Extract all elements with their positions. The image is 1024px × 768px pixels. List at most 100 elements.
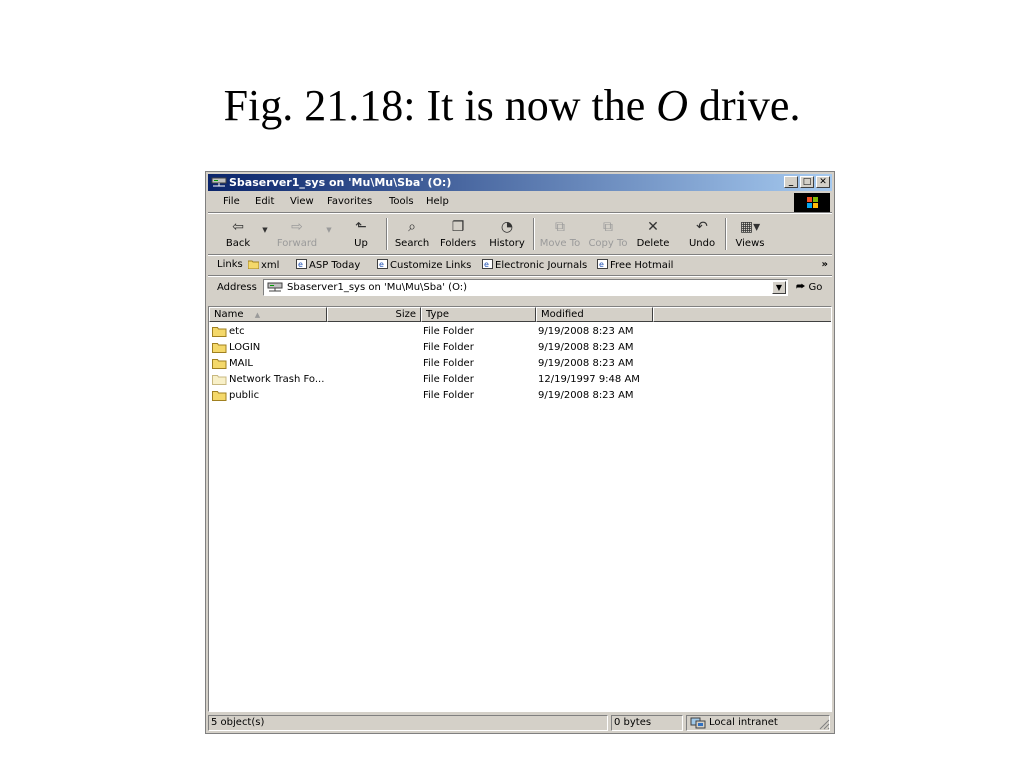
- link-customize-links[interactable]: e Customize Links: [377, 259, 471, 271]
- link-asp-today-label: ASP Today: [309, 260, 361, 271]
- folder-icon: [212, 343, 227, 353]
- history-label: History: [489, 238, 525, 249]
- ie-page-icon: e: [482, 259, 493, 269]
- forward-dropdown[interactable]: ▼: [324, 214, 334, 254]
- file-modified: 9/19/2008 8:23 AM: [538, 390, 634, 401]
- status-size: 0 bytes: [611, 715, 683, 731]
- file-type: File Folder: [423, 326, 474, 337]
- address-dropdown-button[interactable]: ▼: [772, 281, 786, 294]
- file-type: File Folder: [423, 342, 474, 353]
- folder-icon: [212, 359, 227, 369]
- file-name: MAIL: [229, 358, 253, 369]
- menu-help[interactable]: Help: [426, 196, 449, 207]
- toolbar-separator: [533, 218, 535, 250]
- chevron-down-icon: ▼: [326, 226, 332, 234]
- column-header-name[interactable]: Name ▲: [209, 307, 327, 322]
- go-arrow-icon: ⮫: [796, 282, 809, 293]
- forward-button[interactable]: ⇨ Forward: [272, 214, 322, 254]
- file-type: File Folder: [423, 358, 474, 369]
- folders-label: Folders: [439, 238, 477, 249]
- address-bar: Address Sbaserver1_sys on 'Mu\Mu\Sba' (O…: [208, 277, 832, 299]
- link-electronic-journals[interactable]: e Electronic Journals: [482, 259, 587, 271]
- status-zone-label: Local intranet: [709, 717, 778, 728]
- minimize-button[interactable]: _: [784, 176, 798, 188]
- close-button[interactable]: ✕: [816, 176, 830, 188]
- standard-toolbar: ⇦ Back ▼ ⇨ Forward ▼ ⬑ Up ⌕ Search ❐ Fol…: [208, 214, 832, 254]
- column-header-modified[interactable]: Modified: [536, 307, 653, 322]
- link-xml-label: xml: [261, 260, 280, 271]
- link-free-hotmail[interactable]: e Free Hotmail: [597, 259, 673, 271]
- column-header-type[interactable]: Type: [421, 307, 536, 322]
- table-row[interactable]: MAIL File Folder 9/19/2008 8:23 AM: [209, 356, 831, 372]
- copy-to-button[interactable]: ⧉ Copy To: [585, 214, 631, 254]
- table-row[interactable]: Network Trash Fo... File Folder 12/19/19…: [209, 372, 831, 388]
- views-grid-icon: ▦▾: [739, 219, 761, 235]
- file-type: File Folder: [423, 374, 474, 385]
- up-button[interactable]: ⬑ Up: [343, 214, 379, 254]
- forward-arrow-icon: ⇨: [291, 219, 303, 235]
- menu-edit[interactable]: Edit: [255, 196, 274, 207]
- toolbar-separator: [725, 218, 727, 250]
- link-customize-links-label: Customize Links: [390, 260, 472, 271]
- slide-title-suffix: drive.: [688, 81, 801, 130]
- file-name: public: [229, 390, 260, 401]
- go-button[interactable]: ⮫ Go: [796, 282, 822, 293]
- links-more-chevron[interactable]: »: [822, 259, 828, 270]
- up-label: Up: [354, 238, 368, 249]
- menu-view[interactable]: View: [290, 196, 314, 207]
- ie-page-icon: e: [296, 259, 307, 269]
- table-row[interactable]: public File Folder 9/19/2008 8:23 AM: [209, 388, 831, 404]
- svg-text:e: e: [599, 260, 604, 269]
- svg-text:e: e: [298, 260, 303, 269]
- title-bar[interactable]: Sbaserver1_sys on 'Mu\Mu\Sba' (O:) _ □ ✕: [208, 174, 832, 191]
- delete-label: Delete: [636, 238, 670, 249]
- file-modified: 9/19/2008 8:23 AM: [538, 358, 634, 369]
- menu-favorites[interactable]: Favorites: [327, 196, 372, 207]
- undo-icon: ↶: [696, 219, 708, 235]
- slide-title: Fig. 21.18: It is now the O drive.: [0, 80, 1024, 131]
- menu-tools[interactable]: Tools: [389, 196, 414, 207]
- undo-button[interactable]: ↶ Undo: [684, 214, 720, 254]
- explorer-window: Sbaserver1_sys on 'Mu\Mu\Sba' (O:) _ □ ✕…: [205, 171, 835, 734]
- history-button[interactable]: ◔ History: [485, 214, 529, 254]
- menu-file[interactable]: File: [223, 196, 240, 207]
- toolbar-separator: [386, 218, 388, 250]
- address-input[interactable]: Sbaserver1_sys on 'Mu\Mu\Sba' (O:) ▼: [263, 279, 788, 296]
- copy-to-icon: ⧉: [603, 219, 613, 235]
- undo-label: Undo: [688, 238, 716, 249]
- link-asp-today[interactable]: e ASP Today: [296, 259, 360, 271]
- column-header-size[interactable]: Size: [327, 307, 421, 322]
- status-zone: Local intranet: [686, 715, 830, 731]
- address-value: Sbaserver1_sys on 'Mu\Mu\Sba' (O:): [287, 282, 468, 293]
- file-modified: 12/19/1997 9:48 AM: [538, 374, 640, 385]
- link-free-hotmail-label: Free Hotmail: [610, 260, 674, 271]
- delete-button[interactable]: ✕ Delete: [633, 214, 673, 254]
- views-button[interactable]: ▦▾ Views: [732, 214, 768, 254]
- column-type-label: Type: [426, 309, 449, 320]
- search-button[interactable]: ⌕ Search: [392, 214, 432, 254]
- move-to-button[interactable]: ⧉ Move To: [537, 214, 583, 254]
- address-label: Address: [217, 282, 257, 293]
- column-modified-label: Modified: [541, 309, 584, 320]
- svg-text:e: e: [379, 260, 384, 269]
- folder-icon: [212, 391, 227, 401]
- back-button[interactable]: ⇦ Back: [218, 214, 258, 254]
- table-row[interactable]: etc File Folder 9/19/2008 8:23 AM: [209, 324, 831, 340]
- windows-logo-icon: [794, 193, 830, 212]
- link-xml[interactable]: xml: [248, 259, 279, 271]
- folders-button[interactable]: ❐ Folders: [436, 214, 480, 254]
- maximize-button[interactable]: □: [800, 176, 814, 188]
- resize-grip-icon[interactable]: [818, 718, 830, 730]
- table-row[interactable]: LOGIN File Folder 9/19/2008 8:23 AM: [209, 340, 831, 356]
- history-icon: ◔: [500, 219, 514, 235]
- forward-label: Forward: [276, 238, 318, 249]
- file-name: LOGIN: [229, 342, 261, 353]
- link-electronic-journals-label: Electronic Journals: [495, 260, 588, 271]
- move-to-icon: ⧉: [555, 219, 565, 235]
- back-dropdown[interactable]: ▼: [260, 214, 270, 254]
- file-list[interactable]: Name ▲ Size Type Modified etc File Folde…: [208, 306, 832, 712]
- menu-bar: File Edit View Favorites Tools Help: [208, 192, 832, 212]
- file-modified: 9/19/2008 8:23 AM: [538, 326, 634, 337]
- column-name-label: Name: [214, 309, 244, 320]
- sort-ascending-icon: ▲: [254, 311, 261, 319]
